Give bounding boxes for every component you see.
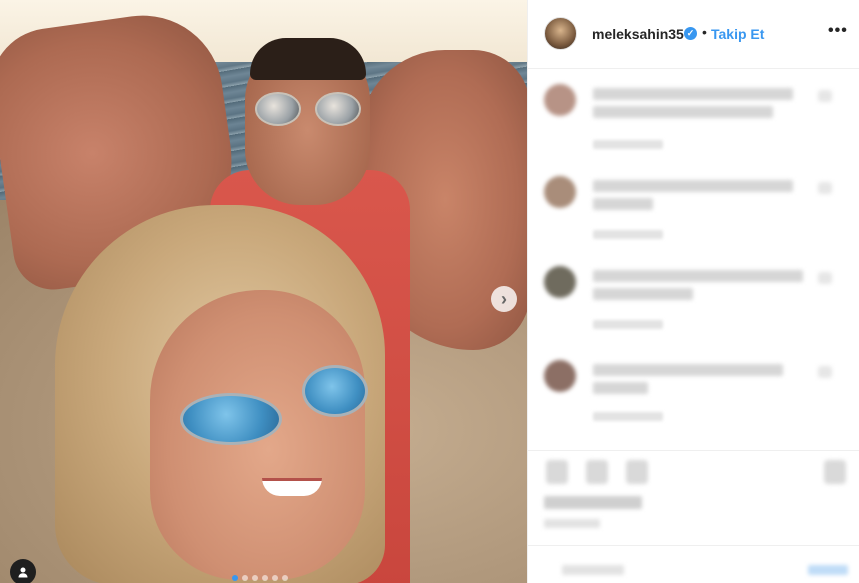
avatar[interactable] xyxy=(544,17,577,50)
photo-woman-smile xyxy=(262,478,322,496)
share-icon[interactable] xyxy=(626,460,648,484)
post-header: meleksahin35 ✓ • Takip Et ••• xyxy=(528,0,859,69)
photo-man-hair xyxy=(250,38,366,80)
comment-text-blurred xyxy=(593,106,773,118)
carousel-dot[interactable] xyxy=(252,575,258,581)
comment-avatar[interactable] xyxy=(544,360,576,392)
comment-text-blurred xyxy=(593,88,793,100)
heart-icon[interactable] xyxy=(818,90,832,102)
comment-text-blurred xyxy=(593,364,783,376)
comment-avatar[interactable] xyxy=(544,176,576,208)
carousel-dot[interactable] xyxy=(232,575,238,581)
comment-meta-blurred xyxy=(593,320,663,329)
carousel-dot[interactable] xyxy=(272,575,278,581)
add-comment-box[interactable] xyxy=(528,545,859,583)
comment-text-blurred xyxy=(593,382,648,394)
comment-text-blurred xyxy=(593,180,793,192)
post-comment-button[interactable] xyxy=(808,565,848,575)
comment-meta-blurred xyxy=(593,140,663,149)
photo-man-sunglasses xyxy=(255,92,363,128)
carousel-dot[interactable] xyxy=(282,575,288,581)
carousel-dot[interactable] xyxy=(262,575,268,581)
comment-avatar[interactable] xyxy=(544,84,576,116)
follow-button[interactable]: Takip Et xyxy=(711,26,764,42)
photo-woman-sunglasses xyxy=(180,365,370,450)
comment-text-blurred xyxy=(593,288,693,300)
user-icon[interactable] xyxy=(10,559,36,583)
comment-meta-blurred xyxy=(593,412,663,421)
comment-text-blurred xyxy=(593,198,653,210)
comment-input-blurred[interactable] xyxy=(562,565,624,575)
carousel-dots xyxy=(232,575,288,581)
heart-icon[interactable] xyxy=(818,366,832,378)
comment-avatar[interactable] xyxy=(544,266,576,298)
carousel-dot[interactable] xyxy=(242,575,248,581)
comment-item xyxy=(528,84,859,174)
bookmark-icon[interactable] xyxy=(824,460,846,484)
separator-dot: • xyxy=(702,24,707,40)
post-actions xyxy=(528,450,859,495)
post-date-blurred xyxy=(544,519,600,528)
more-options-icon[interactable]: ••• xyxy=(828,22,848,40)
comment-text-blurred xyxy=(593,270,803,282)
comment-meta-blurred xyxy=(593,230,663,239)
heart-icon[interactable] xyxy=(546,460,568,484)
likes-count-blurred[interactable] xyxy=(544,496,642,509)
comment-item xyxy=(528,266,859,356)
post-photo[interactable]: › xyxy=(0,0,527,583)
comment-item xyxy=(528,360,859,450)
verified-badge-icon: ✓ xyxy=(684,27,697,40)
comment-item xyxy=(528,176,859,266)
comment-icon[interactable] xyxy=(586,460,608,484)
chevron-right-icon[interactable]: › xyxy=(491,286,517,312)
username-link[interactable]: meleksahin35 xyxy=(592,26,684,42)
heart-icon[interactable] xyxy=(818,272,832,284)
heart-icon[interactable] xyxy=(818,182,832,194)
post-side-panel: meleksahin35 ✓ • Takip Et ••• xyxy=(527,0,859,583)
